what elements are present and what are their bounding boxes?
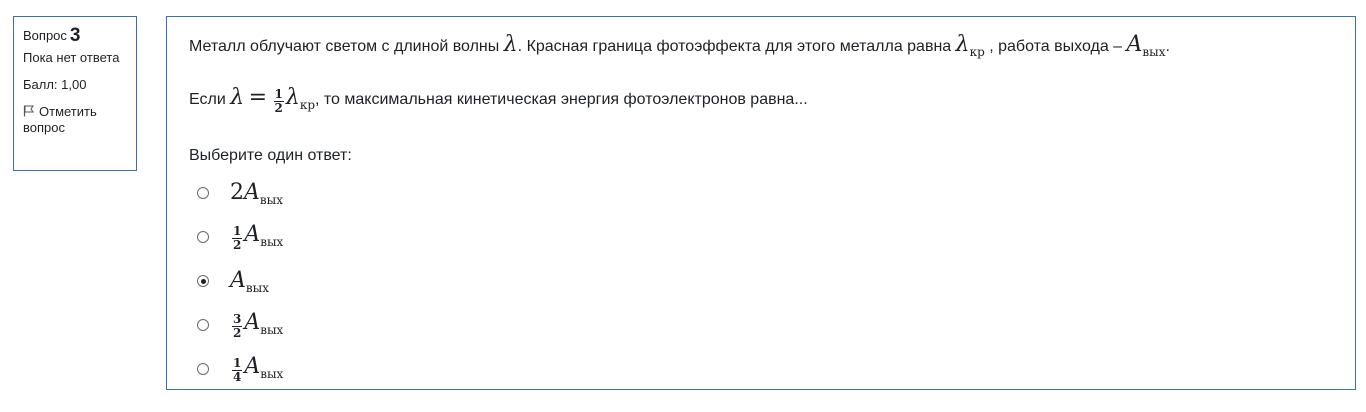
answer-radio-3[interactable] <box>197 275 209 287</box>
work-function-symbol: A <box>244 179 260 205</box>
question-text: . Красная граница фотоэффекта для этого … <box>517 38 952 55</box>
fraction-numerator: 1 <box>232 224 243 239</box>
answer-label-2: 1 2 Aвых <box>230 222 283 252</box>
question-number: Вопрос 3 <box>23 25 127 46</box>
fraction-numerator: 1 <box>273 87 284 102</box>
fraction-numerator: 3 <box>232 312 243 327</box>
lambda-symbol: λ <box>503 32 518 57</box>
work-function-subscript: вых <box>260 235 284 249</box>
answer-prompt: Выберите один ответ: <box>189 147 352 164</box>
question-content: Металл облучают светом с длиной волны λ.… <box>166 16 1356 390</box>
question-text: . <box>1165 38 1170 55</box>
lambda-symbol: λ <box>230 85 245 110</box>
answer-option-3[interactable]: Aвых <box>189 259 1333 303</box>
equals-sign: = <box>248 85 268 110</box>
answer-option-1[interactable]: 2Aвых <box>189 171 1333 215</box>
answer-radio-4[interactable] <box>197 319 209 331</box>
work-function-symbol: A <box>1126 32 1143 57</box>
answer-option-5[interactable]: 1 4 Aвых <box>189 347 1333 391</box>
lambda-kr-symbol: λ <box>285 85 300 110</box>
answer-label-4: 3 2 Aвых <box>230 310 283 340</box>
work-function-subscript: вых <box>259 192 283 207</box>
question-text: Если <box>189 91 226 108</box>
question-info-panel: Вопрос 3 Пока нет ответа Балл: 1,00 Отмет… <box>13 16 137 171</box>
work-function-symbol: A <box>244 354 261 379</box>
work-function-symbol: A <box>244 222 261 247</box>
question-text-line-2: Если λ = 1 2 λкр, то максимальная кинетиче… <box>189 86 1333 117</box>
answer-option-4[interactable]: 3 2 Aвых <box>189 303 1333 347</box>
question-label: Вопрос <box>23 28 67 43</box>
flag-question-button[interactable]: Отметить вопрос <box>23 104 127 136</box>
answer-label-5: 1 4 Aвых <box>230 354 283 384</box>
question-text: , работа выхода – <box>989 38 1123 55</box>
work-function-subscript: вых <box>260 367 284 381</box>
fraction-denominator: 2 <box>233 238 242 252</box>
answer-label-1: 2Aвых <box>230 180 283 207</box>
question-state: Пока нет ответа <box>23 50 120 65</box>
answer-coefficient: 2 <box>230 179 244 205</box>
question-number-value: 3 <box>69 25 81 46</box>
answer-option-2[interactable]: 1 2 Aвых <box>189 215 1333 259</box>
work-function-subscript: вых <box>245 280 269 295</box>
answer-fraction: 12 <box>232 224 243 252</box>
lambda-kr-symbol: λ <box>955 32 970 57</box>
fraction-numerator: 1 <box>232 356 243 371</box>
work-function-subscript: вых <box>260 323 284 337</box>
fraction-denominator: 2 <box>274 101 283 115</box>
work-function-subscript: вых <box>1142 45 1166 59</box>
lambda-kr-subscript: кр <box>969 45 985 59</box>
question-text: Металл облучают светом с длиной волны <box>189 38 500 55</box>
lambda-kr-subscript: кр <box>299 98 316 112</box>
question-text: , то максимальная кинетическая энергия ф… <box>315 91 808 108</box>
answer-fraction: 32 <box>232 312 243 340</box>
answer-list: 2Aвых 1 2 Aвых Aвых 3 2 Aвых 1 4 Aвых <box>189 171 1333 391</box>
answer-fraction: 14 <box>232 356 243 384</box>
fraction-one-half: 12 <box>273 87 284 115</box>
answer-radio-1[interactable] <box>197 187 209 199</box>
answer-radio-5[interactable] <box>197 363 209 375</box>
question-grade: Балл: 1,00 <box>23 77 87 92</box>
question-text-line-1: Металл облучают светом с длиной волны λ.… <box>189 33 1333 64</box>
answer-radio-2[interactable] <box>197 231 209 243</box>
flag-icon <box>23 105 34 117</box>
fraction-denominator: 2 <box>233 326 242 340</box>
answer-label-3: Aвых <box>230 268 269 295</box>
work-function-symbol: A <box>230 267 246 293</box>
work-function-symbol: A <box>244 310 261 335</box>
fraction-denominator: 4 <box>233 370 242 384</box>
